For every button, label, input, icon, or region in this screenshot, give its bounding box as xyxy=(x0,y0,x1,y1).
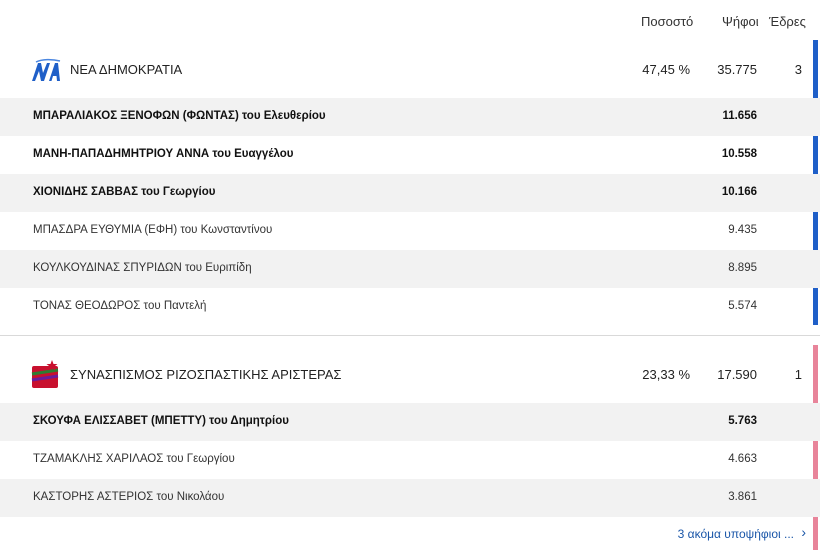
candidate-row: ΜΠΑΡΑΛΙΑΚΟΣ ΞΕΝΟΦΩΝ (ΦΩΝΤΑΣ) του Ελευθερ… xyxy=(0,98,820,136)
party-percent: 47,45 % xyxy=(642,62,690,77)
candidate-row: ΚΑΣΤΟΡΗΣ ΑΣΤΕΡΙΟΣ του Νικολάου 3.861 xyxy=(0,479,820,517)
candidate-row: ΣΚΟΥΦΑ ΕΛΙΣΣΑΒΕΤ (ΜΠΕΤΤΥ) του Δημητρίου … xyxy=(0,403,820,441)
candidate-votes: 11.656 xyxy=(722,110,757,122)
party-percent: 23,33 % xyxy=(642,367,690,382)
party-row-syriza[interactable]: ΣΥΝΑΣΠΙΣΜΟΣ ΡΙΖΟΣΠΑΣΤΙΚΗΣ ΑΡΙΣΤΕΡΑΣ 23,3… xyxy=(0,347,820,403)
header-votes: Ψήφοι xyxy=(722,14,759,29)
party-votes: 17.590 xyxy=(717,367,757,382)
candidate-name: ΜΠΑΡΑΛΙΑΚΟΣ ΞΕΝΟΦΩΝ (ΦΩΝΤΑΣ) του Ελευθερ… xyxy=(33,110,326,122)
party-row-nd[interactable]: ΝΕΑ ΔΗΜΟΚΡΑΤΙΑ 47,45 % 35.775 3 xyxy=(0,42,820,98)
candidate-name: ΧΙΟΝΙΔΗΣ ΣΑΒΒΑΣ του Γεωργίου xyxy=(33,186,216,198)
nd-logo-icon xyxy=(30,58,62,84)
syriza-logo-icon xyxy=(30,360,62,388)
party-seats: 1 xyxy=(794,367,802,382)
candidate-name: ΜΠΑΣΔΡΑ ΕΥΘΥΜΙΑ (ΕΦΗ) του Κωνσταντίνου xyxy=(33,224,273,236)
candidate-name: ΤΟΝΑΣ ΘΕΟΔΩΡΟΣ του Παντελή xyxy=(33,300,207,312)
party-name: ΝΕΑ ΔΗΜΟΚΡΑΤΙΑ xyxy=(70,62,183,77)
header-seats: Έδρες xyxy=(769,14,806,29)
candidate-row: ΤΖΑΜΑΚΛΗΣ ΧΑΡΙΛΑΟΣ του Γεωργίου 4.663 xyxy=(0,441,820,479)
party-votes: 35.775 xyxy=(717,62,757,77)
candidate-name: ΚΑΣΤΟΡΗΣ ΑΣΤΕΡΙΟΣ του Νικολάου xyxy=(33,491,225,503)
party-block-nd: ΝΕΑ ΔΗΜΟΚΡΑΤΙΑ 47,45 % 35.775 3 ΜΠΑΡΑΛΙΑ… xyxy=(0,42,820,326)
candidate-row: ΚΟΥΛΚΟΥΔΙΝΑΣ ΣΠΥΡΙΔΩΝ του Ευριπίδη 8.895 xyxy=(0,250,820,288)
candidate-row: ΤΟΝΑΣ ΘΕΟΔΩΡΟΣ του Παντελή 5.574 xyxy=(0,288,820,326)
candidate-votes: 3.861 xyxy=(728,491,757,503)
party-block-syriza: ΣΥΝΑΣΠΙΣΜΟΣ ΡΙΖΟΣΠΑΣΤΙΚΗΣ ΑΡΙΣΤΕΡΑΣ 23,3… xyxy=(0,347,820,517)
candidate-row: ΜΑΝΗ-ΠΑΠΑΔΗΜΗΤΡΙΟΥ ΑΝΝΑ του Ευαγγέλου 10… xyxy=(0,136,820,174)
chevron-right-icon[interactable]: › xyxy=(801,524,806,540)
candidate-name: ΚΟΥΛΚΟΥΔΙΝΑΣ ΣΠΥΡΙΔΩΝ του Ευριπίδη xyxy=(33,262,252,274)
candidate-row: ΜΠΑΣΔΡΑ ΕΥΘΥΜΙΑ (ΕΦΗ) του Κωνσταντίνου 9… xyxy=(0,212,820,250)
party-seats: 3 xyxy=(794,62,802,77)
candidate-name: ΤΖΑΜΑΚΛΗΣ ΧΑΡΙΛΑΟΣ του Γεωργίου xyxy=(33,453,235,465)
candidate-votes: 9.435 xyxy=(728,224,757,236)
candidate-votes: 10.166 xyxy=(721,186,757,198)
more-candidates-link[interactable]: 3 ακόμα υποψήφιοι ... xyxy=(678,527,794,541)
candidate-votes: 4.663 xyxy=(728,453,757,465)
candidate-name: ΜΑΝΗ-ΠΑΠΑΔΗΜΗΤΡΙΟΥ ΑΝΝΑ του Ευαγγέλου xyxy=(33,148,294,160)
candidate-votes: 5.574 xyxy=(728,300,757,312)
party-divider xyxy=(0,335,820,336)
candidate-row: ΧΙΟΝΙΔΗΣ ΣΑΒΒΑΣ του Γεωργίου 10.166 xyxy=(0,174,820,212)
header-percent: Ποσοστό xyxy=(641,14,694,29)
candidate-name: ΣΚΟΥΦΑ ΕΛΙΣΣΑΒΕΤ (ΜΠΕΤΤΥ) του Δημητρίου xyxy=(33,415,289,427)
results-header: Ποσοστό Ψήφοι Έδρες xyxy=(0,0,832,40)
candidate-votes: 8.895 xyxy=(728,262,757,274)
candidate-votes: 10.558 xyxy=(721,148,757,160)
party-name: ΣΥΝΑΣΠΙΣΜΟΣ ΡΙΖΟΣΠΑΣΤΙΚΗΣ ΑΡΙΣΤΕΡΑΣ xyxy=(70,367,342,382)
candidate-votes: 5.763 xyxy=(728,415,757,427)
